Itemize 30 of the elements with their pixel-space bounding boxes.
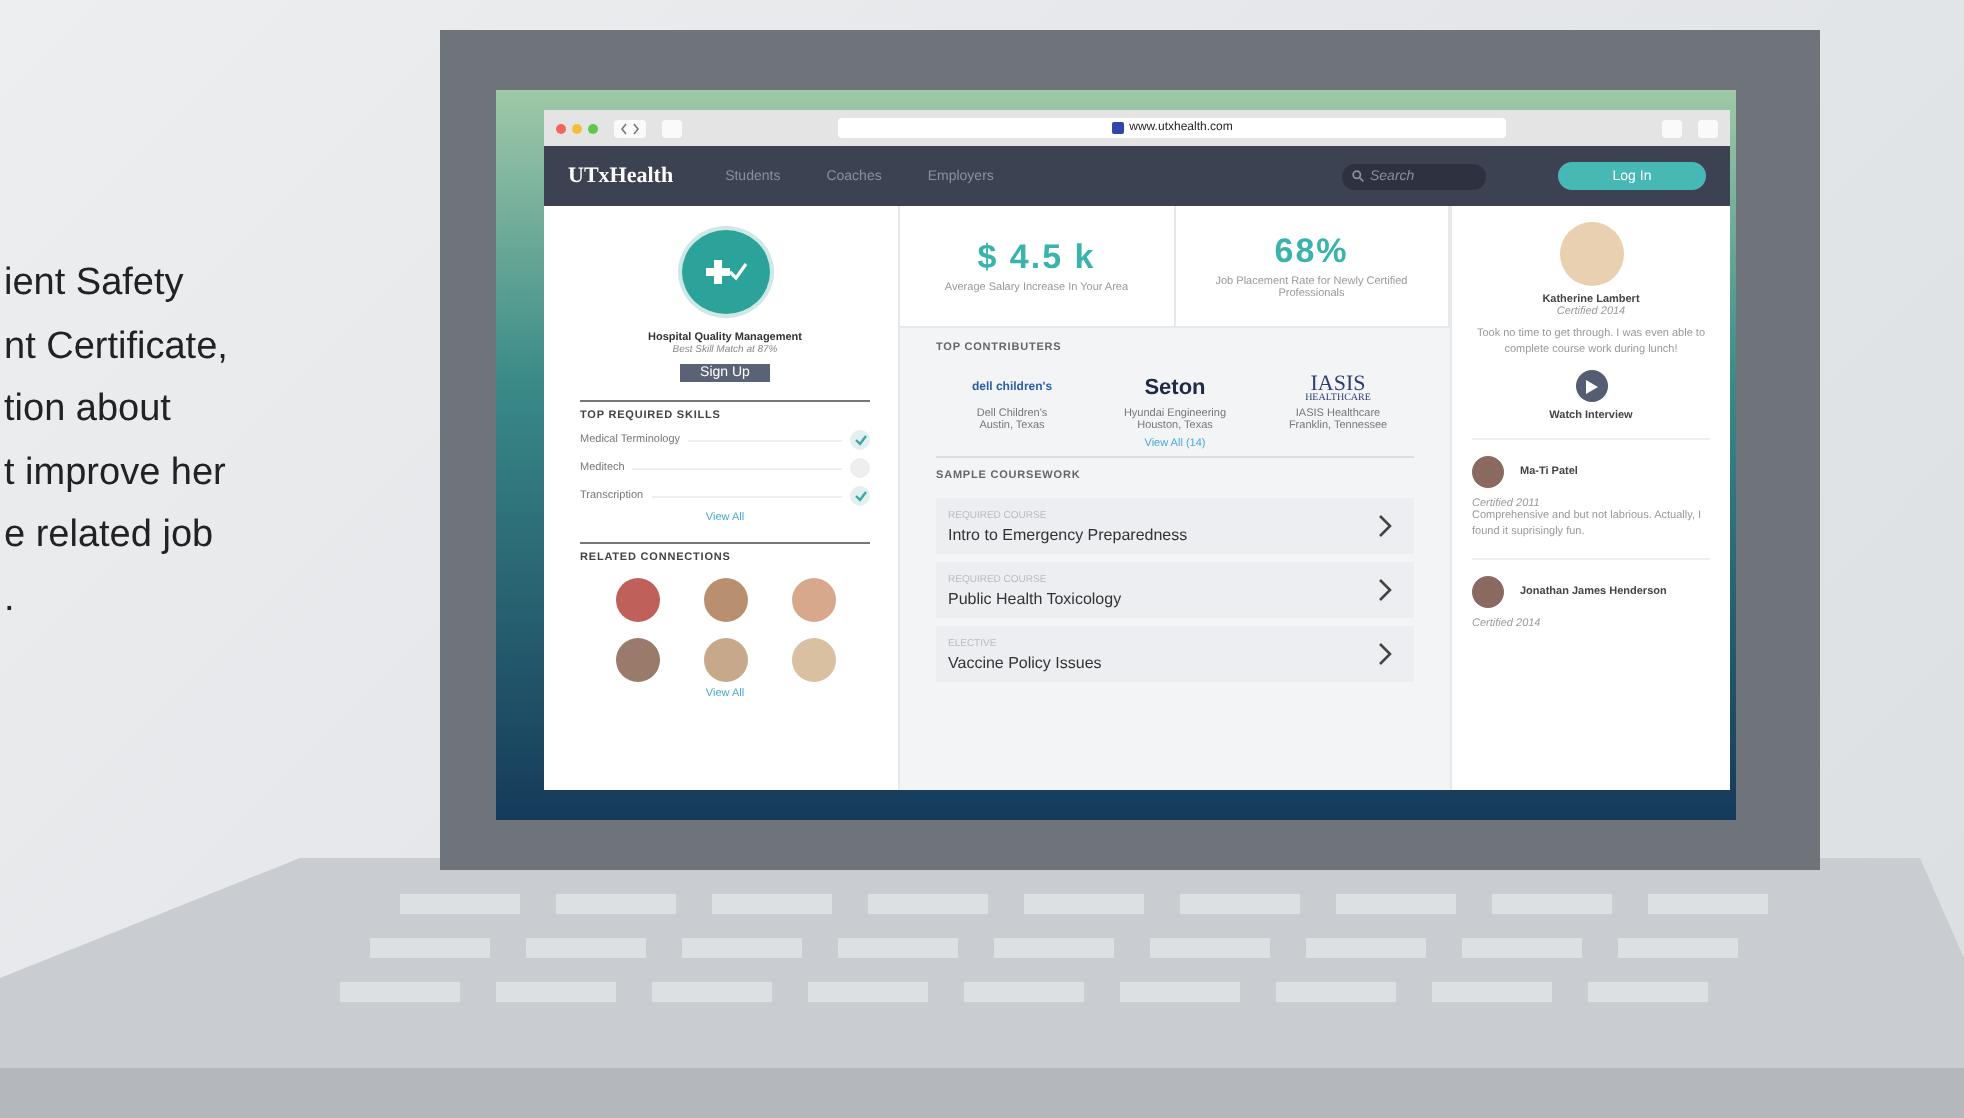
course-title: Intro to Emergency Preparedness — [948, 525, 1188, 543]
slide-text: e related job — [4, 512, 216, 560]
profile-photo — [1559, 222, 1623, 286]
avatar[interactable] — [703, 578, 747, 622]
back-forward-icon[interactable] — [614, 119, 646, 137]
avatar — [1472, 575, 1504, 608]
slide-text: . — [4, 575, 17, 623]
avatar[interactable] — [791, 638, 835, 682]
chevron-right-icon — [1378, 514, 1394, 538]
slide-text: t improve her — [4, 449, 228, 497]
avatar[interactable] — [615, 638, 659, 682]
course-title: Vaccine Policy Issues — [948, 653, 1102, 671]
avatar[interactable] — [791, 578, 835, 622]
chevron-right-icon — [1378, 642, 1394, 666]
stat-value: 68% — [1274, 232, 1349, 272]
site-logo[interactable]: UTxHealth — [568, 164, 674, 188]
chevron-right-icon — [1378, 578, 1394, 602]
slide-text: nt Certificate, — [4, 323, 230, 371]
avatar[interactable] — [703, 638, 747, 682]
avatar — [1472, 456, 1504, 489]
slide-text: ient Safety — [4, 260, 186, 308]
play-icon[interactable] — [1575, 370, 1607, 403]
company-logo: Seton — [1144, 374, 1206, 404]
course-title: Public Health Toxicology — [948, 589, 1122, 607]
avatar[interactable] — [615, 578, 659, 622]
medical-plus-icon — [677, 226, 773, 318]
slide-text: tion about — [4, 386, 173, 434]
window-controls-icon[interactable] — [556, 123, 598, 133]
stat-value: $ 4.5 k — [977, 238, 1096, 278]
search-icon — [1352, 170, 1364, 182]
